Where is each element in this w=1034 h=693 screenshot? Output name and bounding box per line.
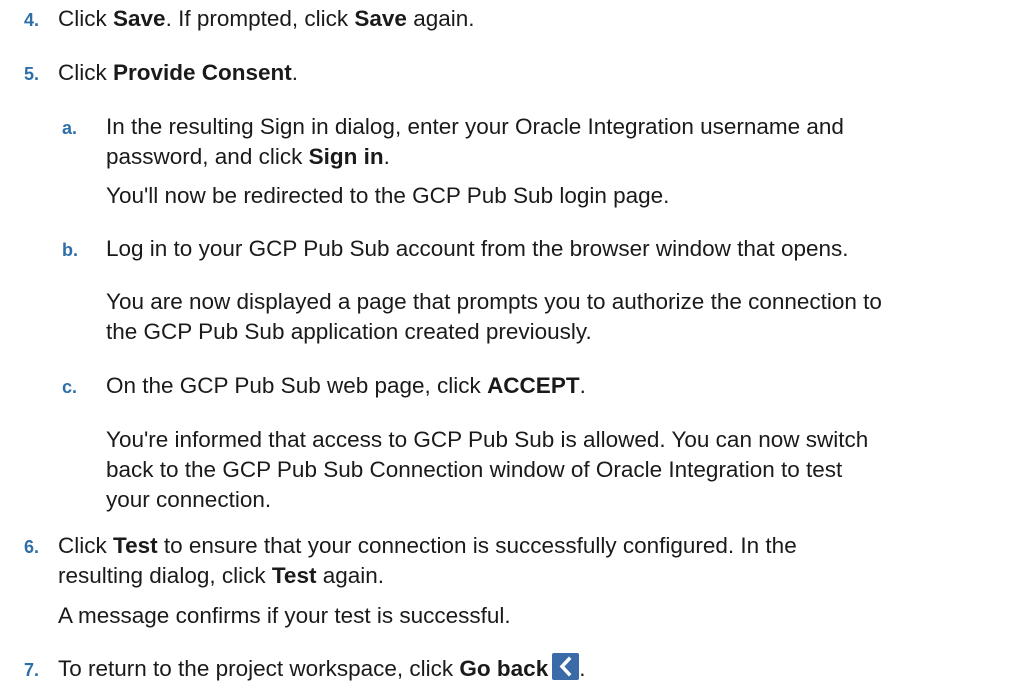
substep-letter: b. <box>62 240 78 260</box>
ui-label: Test <box>271 563 317 588</box>
step-6-line1: Click Test to ensure that your connectio… <box>58 530 797 562</box>
step-6-line2: resulting dialog, click Test again. <box>58 560 384 592</box>
ui-label: Save <box>113 6 166 31</box>
text: Click <box>58 533 113 558</box>
step-7-text: To return to the project workspace, clic… <box>58 653 585 685</box>
ui-label: Save <box>354 6 407 31</box>
text: . <box>579 656 586 681</box>
step-4-text: Click Save. If prompted, click Save agai… <box>58 3 475 35</box>
text: . <box>291 60 299 85</box>
substep-b-note-line1: You are now displayed a page that prompt… <box>106 289 882 314</box>
text: again. <box>316 563 385 588</box>
text: Click <box>58 6 113 31</box>
step-number: 4. <box>24 10 40 30</box>
text: password, and click <box>106 144 309 169</box>
substep-a-note: You'll now be redirected to the GCP Pub … <box>106 183 670 208</box>
text: . <box>383 144 390 169</box>
text: Click <box>58 60 113 85</box>
text: again. <box>406 6 475 31</box>
text: To return to the project workspace, clic… <box>58 656 460 681</box>
substep-letter: a. <box>62 118 78 138</box>
ui-label: Sign in <box>308 144 384 169</box>
ui-label: Go back <box>459 656 549 681</box>
text: . If prompted, click <box>165 6 355 31</box>
chevron-left-icon <box>552 653 580 680</box>
step-number: 6. <box>24 537 40 557</box>
ui-label: Test <box>113 533 158 558</box>
substep-c-note-line1: You're informed that access to GCP Pub S… <box>106 427 869 452</box>
text: . <box>579 373 586 398</box>
step-number: 7. <box>24 660 40 680</box>
substep-b-note-line2: the GCP Pub Sub application created prev… <box>106 319 592 344</box>
text: resulting dialog, click <box>58 563 272 588</box>
text: On the GCP Pub Sub web page, click <box>106 373 488 398</box>
step-5-text: Click Provide Consent. <box>58 57 298 89</box>
substep-c-note-line3: your connection. <box>106 487 272 512</box>
substep-b-line1: Log in to your GCP Pub Sub account from … <box>106 236 849 261</box>
ui-label: ACCEPT <box>487 373 580 398</box>
text: to ensure that your connection is succes… <box>157 533 797 558</box>
ui-label: Provide Consent <box>113 60 292 85</box>
substep-a-line2: password, and click Sign in. <box>106 141 390 173</box>
substep-letter: c. <box>62 377 78 397</box>
substep-c-note-line2: back to the GCP Pub Sub Connection windo… <box>106 457 843 482</box>
substep-c-line1: On the GCP Pub Sub web page, click ACCEP… <box>106 370 586 402</box>
step-6-note: A message confirms if your test is succe… <box>58 603 511 628</box>
substep-a-line1: In the resulting Sign in dialog, enter y… <box>106 114 844 139</box>
step-number: 5. <box>24 64 40 84</box>
